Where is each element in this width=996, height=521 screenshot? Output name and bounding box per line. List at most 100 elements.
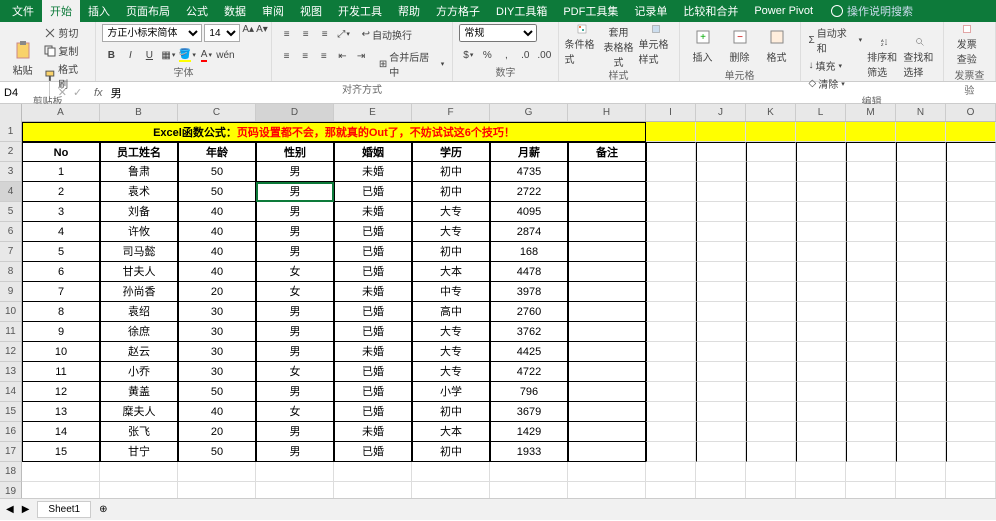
column-header[interactable]: K — [746, 104, 796, 121]
cell[interactable]: 4722 — [490, 362, 568, 382]
row-header[interactable]: 12 — [0, 342, 22, 362]
row-header[interactable]: 19 — [0, 482, 22, 498]
column-header[interactable]: A — [22, 104, 100, 121]
cell[interactable] — [846, 362, 896, 382]
cell[interactable] — [490, 482, 568, 498]
cell[interactable]: 许攸 — [100, 222, 178, 242]
cell[interactable]: 未婚 — [334, 202, 412, 222]
tab-insert[interactable]: 插入 — [80, 0, 118, 22]
row-header[interactable]: 6 — [0, 222, 22, 242]
row-header[interactable]: 8 — [0, 262, 22, 282]
cell[interactable]: 高中 — [412, 302, 490, 322]
merge-button[interactable]: ⊞合并后居中▾ — [377, 48, 446, 80]
cell[interactable]: No — [22, 142, 100, 162]
cell[interactable] — [896, 282, 946, 302]
cell[interactable] — [796, 342, 846, 362]
cell[interactable]: 袁术 — [100, 182, 178, 202]
cell[interactable] — [796, 162, 846, 182]
increase-font-button[interactable]: A▴ — [242, 24, 254, 42]
cell[interactable] — [846, 402, 896, 422]
cell[interactable]: 12 — [22, 382, 100, 402]
cell[interactable] — [946, 202, 996, 222]
bold-button[interactable]: B — [102, 47, 120, 63]
cell[interactable]: 备注 — [568, 142, 646, 162]
row-header[interactable]: 14 — [0, 382, 22, 402]
cell[interactable]: 已婚 — [334, 242, 412, 262]
cell[interactable] — [796, 302, 846, 322]
cell[interactable]: 男 — [256, 242, 334, 262]
cell[interactable] — [796, 262, 846, 282]
fill-button[interactable]: ↓填充▾ — [807, 57, 865, 74]
cell[interactable] — [946, 382, 996, 402]
align-middle-button[interactable]: ≡ — [297, 26, 315, 42]
cell[interactable]: 50 — [178, 382, 256, 402]
cell[interactable]: 年龄 — [178, 142, 256, 162]
cell[interactable] — [746, 262, 796, 282]
row-header[interactable]: 1 — [0, 122, 22, 142]
column-header[interactable]: I — [646, 104, 696, 121]
cell[interactable]: 初中 — [412, 162, 490, 182]
cell[interactable] — [796, 142, 846, 162]
paste-button[interactable]: 粘贴 — [6, 37, 39, 79]
row-header[interactable]: 9 — [0, 282, 22, 302]
cell[interactable] — [896, 382, 946, 402]
cell[interactable] — [646, 482, 696, 498]
cell[interactable]: 4095 — [490, 202, 568, 222]
cell[interactable] — [646, 182, 696, 202]
cell[interactable] — [646, 342, 696, 362]
cell[interactable] — [696, 162, 746, 182]
cell[interactable]: 女 — [256, 402, 334, 422]
cell[interactable]: 7 — [22, 282, 100, 302]
cell[interactable] — [846, 182, 896, 202]
cell[interactable]: 2 — [22, 182, 100, 202]
cell[interactable] — [796, 462, 846, 482]
cell[interactable]: 已婚 — [334, 402, 412, 422]
cell[interactable]: 50 — [178, 442, 256, 462]
cell[interactable]: 初中 — [412, 242, 490, 262]
cell[interactable] — [746, 342, 796, 362]
font-color-button[interactable]: A▾ — [197, 47, 215, 63]
cell[interactable] — [646, 162, 696, 182]
cell[interactable] — [896, 402, 946, 422]
cell[interactable]: 30 — [178, 302, 256, 322]
currency-button[interactable]: $▾ — [459, 47, 477, 63]
cell[interactable] — [646, 202, 696, 222]
cell[interactable] — [796, 122, 846, 142]
tell-me-search[interactable]: 操作说明搜索 — [831, 3, 913, 19]
font-name-select[interactable]: 方正小标宋简体 — [102, 24, 202, 42]
tab-formulas[interactable]: 公式 — [178, 0, 216, 22]
cell[interactable] — [696, 282, 746, 302]
indent-dec-button[interactable]: ⇤ — [334, 48, 352, 64]
column-header[interactable]: M — [846, 104, 896, 121]
cell[interactable]: 糜夫人 — [100, 402, 178, 422]
cell[interactable] — [746, 302, 796, 322]
cell[interactable]: 40 — [178, 262, 256, 282]
cell[interactable]: 1933 — [490, 442, 568, 462]
cell[interactable] — [568, 362, 646, 382]
cell[interactable] — [568, 242, 646, 262]
cell[interactable] — [746, 162, 796, 182]
cell[interactable]: 20 — [178, 422, 256, 442]
cell[interactable] — [746, 442, 796, 462]
cell[interactable]: 女 — [256, 262, 334, 282]
cell[interactable]: 4735 — [490, 162, 568, 182]
cell[interactable] — [896, 442, 946, 462]
cell[interactable] — [696, 182, 746, 202]
cell[interactable] — [646, 462, 696, 482]
cell[interactable] — [796, 382, 846, 402]
cell[interactable]: 男 — [256, 322, 334, 342]
cell[interactable]: 男 — [256, 222, 334, 242]
cell[interactable] — [946, 182, 996, 202]
cell[interactable] — [646, 422, 696, 442]
cell[interactable] — [896, 302, 946, 322]
cell[interactable] — [696, 382, 746, 402]
cell[interactable]: 大专 — [412, 362, 490, 382]
font-size-select[interactable]: 14 — [204, 24, 240, 42]
cell[interactable] — [646, 442, 696, 462]
row-header[interactable]: 10 — [0, 302, 22, 322]
cell[interactable] — [696, 322, 746, 342]
cell-style-button[interactable]: 单元格样式 — [639, 24, 673, 66]
row-header[interactable]: 16 — [0, 422, 22, 442]
cell[interactable]: 男 — [256, 182, 334, 202]
tab-diy[interactable]: DIY工具箱 — [488, 0, 555, 22]
